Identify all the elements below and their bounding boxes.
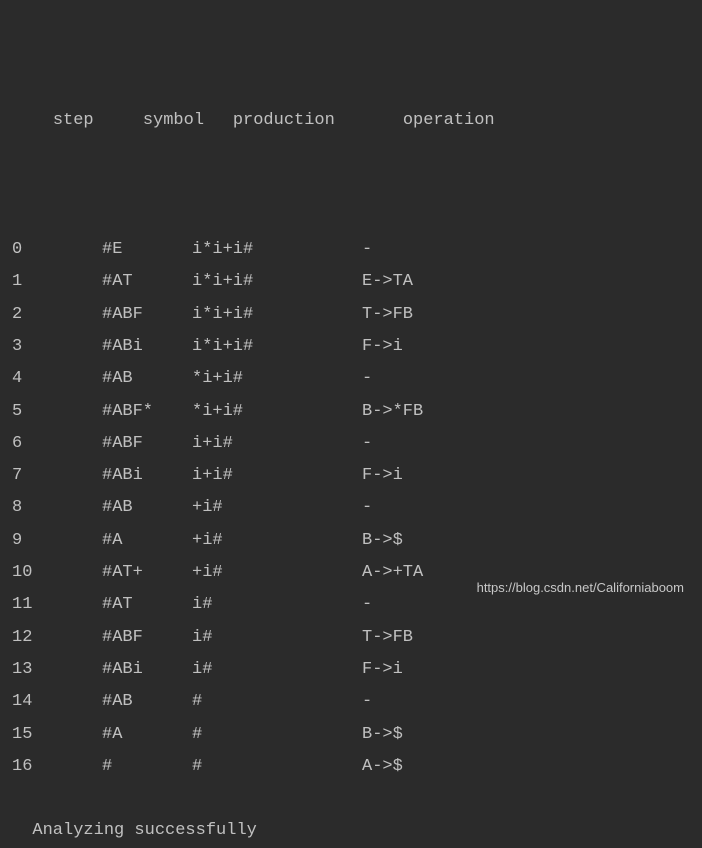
table-row: 14#AB#- [12, 686, 690, 718]
cell-operation: B->*FB [362, 396, 423, 428]
cell-symbol: #ABF* [102, 396, 192, 428]
table-row: 3#ABii*i+i#F->i [12, 331, 690, 363]
cell-production: i*i+i# [192, 331, 362, 363]
header-step: step [53, 105, 143, 137]
table-row: 5#ABF**i+i#B->*FB [12, 396, 690, 428]
cell-step: 9 [12, 525, 102, 557]
cell-operation: E->TA [362, 266, 413, 298]
cell-step: 13 [12, 654, 102, 686]
cell-step: 16 [12, 751, 102, 783]
cell-step: 15 [12, 719, 102, 751]
cell-production: # [192, 751, 362, 783]
table-row: 12#ABFi#T->FB [12, 622, 690, 654]
analysis-result: Analyzing successfully [32, 815, 256, 847]
cell-step: 12 [12, 622, 102, 654]
cell-symbol: #AB [102, 492, 192, 524]
cell-step: 2 [12, 299, 102, 331]
watermark: https://blog.csdn.net/Californiaboom [477, 576, 684, 601]
cell-operation: - [362, 686, 372, 718]
cell-symbol: #ABi [102, 654, 192, 686]
cell-operation: T->FB [362, 622, 413, 654]
table-row: 15#A#B->$ [12, 719, 690, 751]
cell-step: 11 [12, 589, 102, 621]
header-operation: operation [403, 105, 495, 137]
cell-step: 8 [12, 492, 102, 524]
cell-operation: - [362, 589, 372, 621]
cell-symbol: # [102, 751, 192, 783]
cell-production: # [192, 719, 362, 751]
cell-operation: F->i [362, 331, 403, 363]
cell-production: # [192, 686, 362, 718]
cell-production: i*i+i# [192, 299, 362, 331]
table-row: 7#ABii+i#F->i [12, 460, 690, 492]
cell-symbol: #A [102, 525, 192, 557]
table-row: 16##A->$ [12, 751, 690, 783]
cell-production: i# [192, 622, 362, 654]
cell-production: +i# [192, 492, 362, 524]
table-row: 13#ABii#F->i [12, 654, 690, 686]
cell-operation: F->i [362, 654, 403, 686]
cell-symbol: #ABi [102, 331, 192, 363]
cell-step: 1 [12, 266, 102, 298]
table-header: stepsymbolproductionoperation [12, 73, 690, 170]
table-row: 4#AB*i+i#- [12, 363, 690, 395]
cell-symbol: #E [102, 234, 192, 266]
table-row: 8#AB+i#- [12, 492, 690, 524]
cell-symbol: #AB [102, 363, 192, 395]
table-row: 9#A+i#B->$ [12, 525, 690, 557]
cell-symbol: #AT [102, 266, 192, 298]
cell-operation: A->+TA [362, 557, 423, 589]
cell-symbol: #ABF [102, 622, 192, 654]
header-production: production [233, 105, 403, 137]
cell-symbol: #A [102, 719, 192, 751]
cell-step: 0 [12, 234, 102, 266]
cell-operation: - [362, 492, 372, 524]
cell-symbol: #ABF [102, 428, 192, 460]
cell-operation: F->i [362, 460, 403, 492]
cell-step: 6 [12, 428, 102, 460]
parse-table: stepsymbolproductionoperation 0#Ei*i+i#-… [12, 8, 690, 848]
cell-operation: - [362, 234, 372, 266]
cell-operation: - [362, 363, 372, 395]
cell-production: i# [192, 654, 362, 686]
cell-production: i+i# [192, 428, 362, 460]
cell-operation: B->$ [362, 719, 403, 751]
cell-symbol: #ABF [102, 299, 192, 331]
table-row: 2#ABFi*i+i#T->FB [12, 299, 690, 331]
table-row: 6#ABFi+i#- [12, 428, 690, 460]
cell-step: 3 [12, 331, 102, 363]
cell-step: 5 [12, 396, 102, 428]
table-row: 0#Ei*i+i#- [12, 234, 690, 266]
cell-production: i*i+i# [192, 266, 362, 298]
cell-production: *i+i# [192, 363, 362, 395]
cell-symbol: #AT [102, 589, 192, 621]
cell-step: 10 [12, 557, 102, 589]
cell-symbol: #AT+ [102, 557, 192, 589]
cell-step: 7 [12, 460, 102, 492]
header-symbol: symbol [143, 105, 233, 137]
cell-step: 14 [12, 686, 102, 718]
cell-production: *i+i# [192, 396, 362, 428]
cell-operation: - [362, 428, 372, 460]
cell-symbol: #AB [102, 686, 192, 718]
cell-production: +i# [192, 525, 362, 557]
cell-operation: T->FB [362, 299, 413, 331]
cell-production: +i# [192, 557, 362, 589]
cell-production: i+i# [192, 460, 362, 492]
cell-operation: A->$ [362, 751, 403, 783]
cell-step: 4 [12, 363, 102, 395]
cell-symbol: #ABi [102, 460, 192, 492]
cell-production: i# [192, 589, 362, 621]
table-row: 1#ATi*i+i#E->TA [12, 266, 690, 298]
cell-production: i*i+i# [192, 234, 362, 266]
cell-operation: B->$ [362, 525, 403, 557]
